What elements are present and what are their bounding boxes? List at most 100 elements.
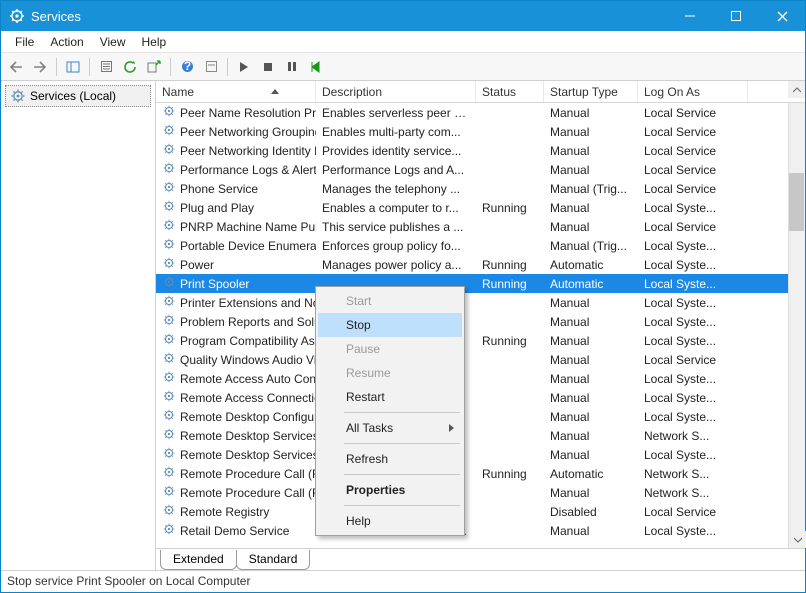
tab-extended[interactable]: Extended	[160, 550, 237, 570]
cell-startup-type: Manual	[544, 220, 638, 234]
cell-description: Enables a computer to r...	[316, 201, 476, 215]
maximize-button[interactable]	[713, 1, 759, 31]
pause-service-button[interactable]	[281, 56, 303, 78]
forward-button[interactable]	[29, 56, 51, 78]
cell-name: Plug and Play	[156, 199, 316, 216]
service-row[interactable]: Performance Logs & AlertsPerformance Log…	[156, 160, 788, 179]
sidebar-item-services-local[interactable]: Services (Local)	[5, 85, 151, 107]
export-list-button[interactable]	[143, 56, 165, 78]
cell-startup-type: Manual	[544, 372, 638, 386]
ctx-refresh[interactable]: Refresh	[318, 447, 462, 471]
cell-startup-type: Manual	[544, 410, 638, 424]
cell-description: Performance Logs and A...	[316, 163, 476, 177]
service-row[interactable]: Retail Demo ServiceThe Retail Demo servi…	[156, 521, 788, 540]
service-row[interactable]: Print SpoolerRunningAutomaticLocal Syste…	[156, 274, 788, 293]
toolbar-separator	[227, 58, 228, 76]
gear-icon	[162, 237, 176, 254]
cell-name: Remote Procedure Call (RPC)	[156, 465, 316, 482]
menu-action[interactable]: Action	[42, 33, 91, 51]
menu-file[interactable]: File	[7, 33, 42, 51]
ctx-stop[interactable]: Stop	[318, 313, 462, 337]
cell-startup-type: Manual	[544, 163, 638, 177]
service-row[interactable]: PNRP Machine Name Publi...This service p…	[156, 217, 788, 236]
service-row[interactable]: Remote Access Auto Conne...ManualLocal S…	[156, 369, 788, 388]
service-row[interactable]: Plug and PlayEnables a computer to r...R…	[156, 198, 788, 217]
cell-description: Enables serverless peer n...	[316, 106, 476, 120]
ctx-all-tasks[interactable]: All Tasks	[318, 416, 462, 440]
menu-help[interactable]: Help	[134, 33, 175, 51]
cell-status: Running	[476, 258, 544, 272]
cell-startup-type: Manual	[544, 315, 638, 329]
cell-logon: Network S...	[638, 467, 748, 481]
service-row[interactable]: Program Compatibility Assi...RunningManu…	[156, 331, 788, 350]
cell-logon: Local Syste...	[638, 201, 748, 215]
cell-logon: Local Service	[638, 144, 748, 158]
column-header-description[interactable]: Description	[316, 81, 476, 102]
cell-status: Running	[476, 277, 544, 291]
gear-icon	[162, 427, 176, 444]
scroll-thumb[interactable]	[789, 173, 804, 231]
gear-icon	[162, 313, 176, 330]
tab-standard[interactable]: Standard	[236, 550, 311, 570]
service-row[interactable]: Portable Device Enumerator...Enforces gr…	[156, 236, 788, 255]
gear-icon	[162, 465, 176, 482]
service-row[interactable]: Problem Reports and Soluti...ManualLocal…	[156, 312, 788, 331]
column-header-status[interactable]: Status	[476, 81, 544, 102]
service-row[interactable]: PowerManages power policy a...RunningAut…	[156, 255, 788, 274]
service-row[interactable]: Remote Access Connection...ManualLocal S…	[156, 388, 788, 407]
vertical-scrollbar[interactable]	[788, 103, 805, 548]
cell-name: Portable Device Enumerator...	[156, 237, 316, 254]
properties-button[interactable]	[95, 56, 117, 78]
restart-service-button[interactable]	[305, 56, 327, 78]
ctx-help[interactable]: Help	[318, 509, 462, 533]
service-row[interactable]: Peer Networking GroupingEnables multi-pa…	[156, 122, 788, 141]
cell-logon: Local Syste...	[638, 524, 748, 538]
ctx-restart[interactable]: Restart	[318, 385, 462, 409]
service-row[interactable]: Peer Networking Identity M...Provides id…	[156, 141, 788, 160]
cell-description: Enforces group policy fo...	[316, 239, 476, 253]
cell-startup-type: Manual (Trig...	[544, 182, 638, 196]
help-button[interactable]: ?	[176, 56, 198, 78]
scroll-down-icon[interactable]	[789, 531, 806, 548]
cell-status: Running	[476, 201, 544, 215]
scroll-up-icon[interactable]	[788, 81, 805, 98]
gear-icon	[162, 351, 176, 368]
service-row[interactable]: Quality Windows Audio Vid...ManualLocal …	[156, 350, 788, 369]
stop-service-button[interactable]	[257, 56, 279, 78]
action-button[interactable]	[200, 56, 222, 78]
cell-startup-type: Manual	[544, 296, 638, 310]
service-row[interactable]: Remote Desktop Services U...ManualLocal …	[156, 445, 788, 464]
column-header-logon[interactable]: Log On As	[638, 81, 748, 102]
gear-icon	[162, 446, 176, 463]
cell-description: Enables multi-party com...	[316, 125, 476, 139]
menu-view[interactable]: View	[92, 33, 134, 51]
start-service-button[interactable]	[233, 56, 255, 78]
cell-name: Print Spooler	[156, 275, 316, 292]
column-headers: Name Description Status Startup Type Log…	[156, 81, 805, 103]
column-header-startup-type[interactable]: Startup Type	[544, 81, 638, 102]
service-list[interactable]: Peer Name Resolution Prot...Enables serv…	[156, 103, 788, 548]
service-row[interactable]: Peer Name Resolution Prot...Enables serv…	[156, 103, 788, 122]
cell-logon: Local Service	[638, 106, 748, 120]
close-button[interactable]	[759, 1, 805, 31]
sidebar-item-label: Services (Local)	[30, 89, 116, 103]
view-tabs: Extended Standard	[156, 548, 805, 570]
gear-icon	[162, 123, 176, 140]
cell-name: Remote Access Auto Conne...	[156, 370, 316, 387]
ctx-pause: Pause	[318, 337, 462, 361]
service-row[interactable]: Remote RegistryDisabledLocal Service	[156, 502, 788, 521]
column-header-name[interactable]: Name	[156, 81, 316, 102]
ctx-properties[interactable]: Properties	[318, 478, 462, 502]
service-row[interactable]: Remote Procedure Call (RPC)RunningAutoma…	[156, 464, 788, 483]
minimize-button[interactable]	[667, 1, 713, 31]
refresh-button[interactable]	[119, 56, 141, 78]
show-hide-tree-button[interactable]	[62, 56, 84, 78]
back-button[interactable]	[5, 56, 27, 78]
service-row[interactable]: Phone ServiceManages the telephony ...Ma…	[156, 179, 788, 198]
service-row[interactable]: Printer Extensions and Notif...ManualLoc…	[156, 293, 788, 312]
cell-logon: Local Service	[638, 182, 748, 196]
service-row[interactable]: Remote Procedure Call (RP...ManualNetwor…	[156, 483, 788, 502]
service-row[interactable]: Remote Desktop ServicesManualNetwork S..…	[156, 426, 788, 445]
cell-name: Remote Desktop Configurat...	[156, 408, 316, 425]
service-row[interactable]: Remote Desktop Configurat...ManualLocal …	[156, 407, 788, 426]
